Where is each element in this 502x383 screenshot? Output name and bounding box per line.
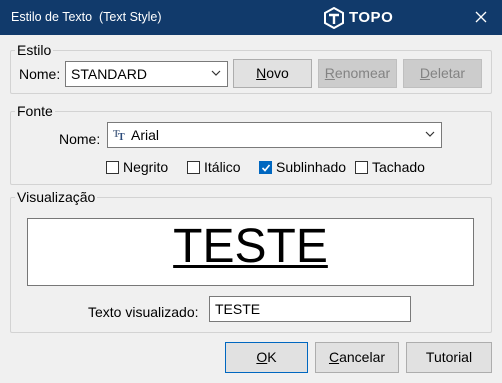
ok-accel: O — [256, 349, 268, 365]
preview-text-input-value: TESTE — [215, 301, 261, 317]
preview-box: TESTE — [27, 218, 474, 286]
close-button[interactable] — [460, 0, 502, 35]
ok-button[interactable]: OK — [225, 342, 308, 373]
chevron-down-icon — [425, 131, 435, 137]
truetype-font-icon: T T — [113, 129, 125, 140]
style-name-value: STANDARD — [71, 66, 147, 82]
checkmark-icon — [261, 164, 271, 172]
bold-checkbox-label: Negrito — [123, 159, 169, 175]
rename-style-label: enomear — [334, 65, 391, 81]
preview-text: TESTE — [173, 220, 328, 273]
preview-text-input[interactable]: TESTE — [209, 296, 411, 322]
cancel-label: ancelar — [339, 349, 386, 365]
style-group-legend: Estilo — [15, 41, 54, 59]
cancel-button[interactable]: Cancelar — [315, 342, 399, 373]
logo-text: TOPO — [349, 9, 394, 26]
style-name-combo[interactable]: STANDARD — [65, 61, 228, 87]
font-name-label: Nome: — [59, 131, 101, 147]
font-name-combo[interactable]: T T Arial — [107, 122, 442, 148]
style-name-label: Nome: — [19, 66, 61, 82]
rename-style-accel: R — [324, 65, 335, 81]
strikeout-checkbox-box[interactable] — [355, 161, 368, 174]
delete-style-button[interactable]: Deletar — [403, 59, 482, 88]
chevron-down-icon — [211, 70, 221, 76]
new-style-button[interactable]: Novo — [233, 59, 312, 88]
svg-text:T: T — [118, 132, 125, 140]
preview-group-legend: Visualização — [15, 188, 98, 206]
font-group-legend: Fonte — [15, 102, 55, 120]
close-icon — [475, 11, 487, 23]
delete-style-label: eletar — [430, 65, 466, 81]
bold-checkbox-box[interactable] — [106, 161, 119, 174]
tutorial-button[interactable]: Tutorial — [406, 342, 492, 373]
cancel-accel: C — [328, 349, 340, 365]
ok-label: K — [267, 349, 277, 365]
font-name-value: Arial — [131, 127, 160, 143]
delete-style-accel: D — [419, 65, 431, 81]
rename-style-button[interactable]: Renomear — [318, 59, 397, 88]
italic-checkbox-box[interactable] — [187, 161, 200, 174]
underline-checkbox-label: Sublinhado — [276, 159, 347, 175]
window-title: Estilo de Texto (Text Style) — [11, 10, 162, 24]
underline-checkbox-box[interactable] — [259, 161, 272, 174]
italic-checkbox-label: Itálico — [204, 159, 241, 175]
new-style-accel: N — [256, 65, 267, 81]
title-bar: Estilo de Texto (Text Style) TOPO — [0, 0, 502, 35]
topo-logo-icon — [324, 7, 344, 29]
preview-input-label: Texto visualizado: — [88, 304, 199, 320]
tutorial-label: Tutorial — [425, 349, 473, 365]
strikeout-checkbox-label: Tachado — [372, 159, 425, 175]
new-style-label: ovo — [266, 65, 289, 81]
